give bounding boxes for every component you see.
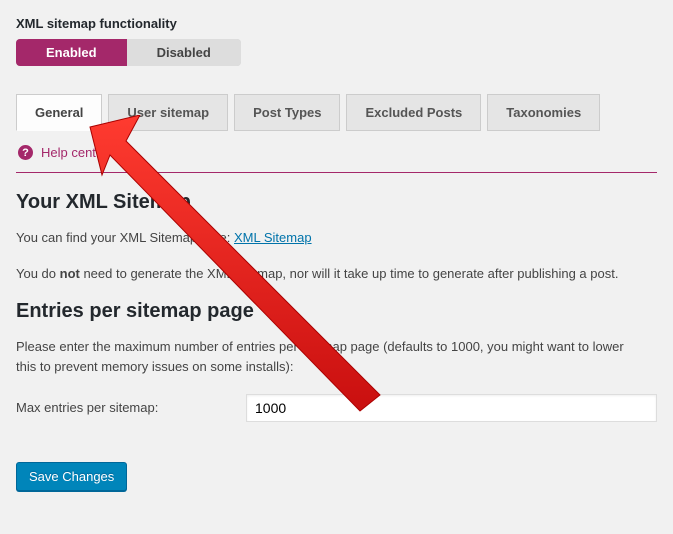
- help-center[interactable]: ? Help center ▼: [16, 141, 657, 173]
- save-changes-button[interactable]: Save Changes: [16, 462, 127, 491]
- section-entries-heading: Entries per sitemap page: [16, 300, 657, 323]
- tab-post-types[interactable]: Post Types: [234, 94, 340, 131]
- sitemap-location-text: You can find your XML Sitemap here: XML …: [16, 228, 636, 248]
- switch-enabled[interactable]: Enabled: [16, 39, 127, 66]
- note-post: need to generate the XML sitemap, nor wi…: [80, 266, 619, 281]
- tabs: General User sitemap Post Types Excluded…: [16, 94, 657, 131]
- functionality-label: XML sitemap functionality: [16, 16, 657, 31]
- max-entries-label: Max entries per sitemap:: [16, 400, 226, 415]
- section-your-sitemap-heading: Your XML Sitemap: [16, 191, 657, 214]
- sitemap-intro-prefix: You can find your XML Sitemap here:: [16, 230, 234, 245]
- chevron-down-icon: ▼: [115, 147, 125, 158]
- entries-description: Please enter the maximum number of entri…: [16, 337, 636, 377]
- tab-general[interactable]: General: [16, 94, 102, 131]
- functionality-switch: Enabled Disabled: [16, 39, 241, 66]
- note-pre: You do: [16, 266, 60, 281]
- tab-user-sitemap[interactable]: User sitemap: [108, 94, 228, 131]
- xml-sitemap-link[interactable]: XML Sitemap: [234, 230, 312, 245]
- tab-taxonomies[interactable]: Taxonomies: [487, 94, 600, 131]
- switch-disabled[interactable]: Disabled: [127, 39, 241, 66]
- question-icon: ?: [18, 145, 33, 160]
- help-center-label: Help center: [41, 145, 107, 160]
- tab-excluded-posts[interactable]: Excluded Posts: [346, 94, 481, 131]
- note-strong: not: [60, 266, 80, 281]
- max-entries-row: Max entries per sitemap:: [16, 394, 657, 422]
- max-entries-input[interactable]: [246, 394, 657, 422]
- sitemap-note: You do not need to generate the XML site…: [16, 264, 636, 284]
